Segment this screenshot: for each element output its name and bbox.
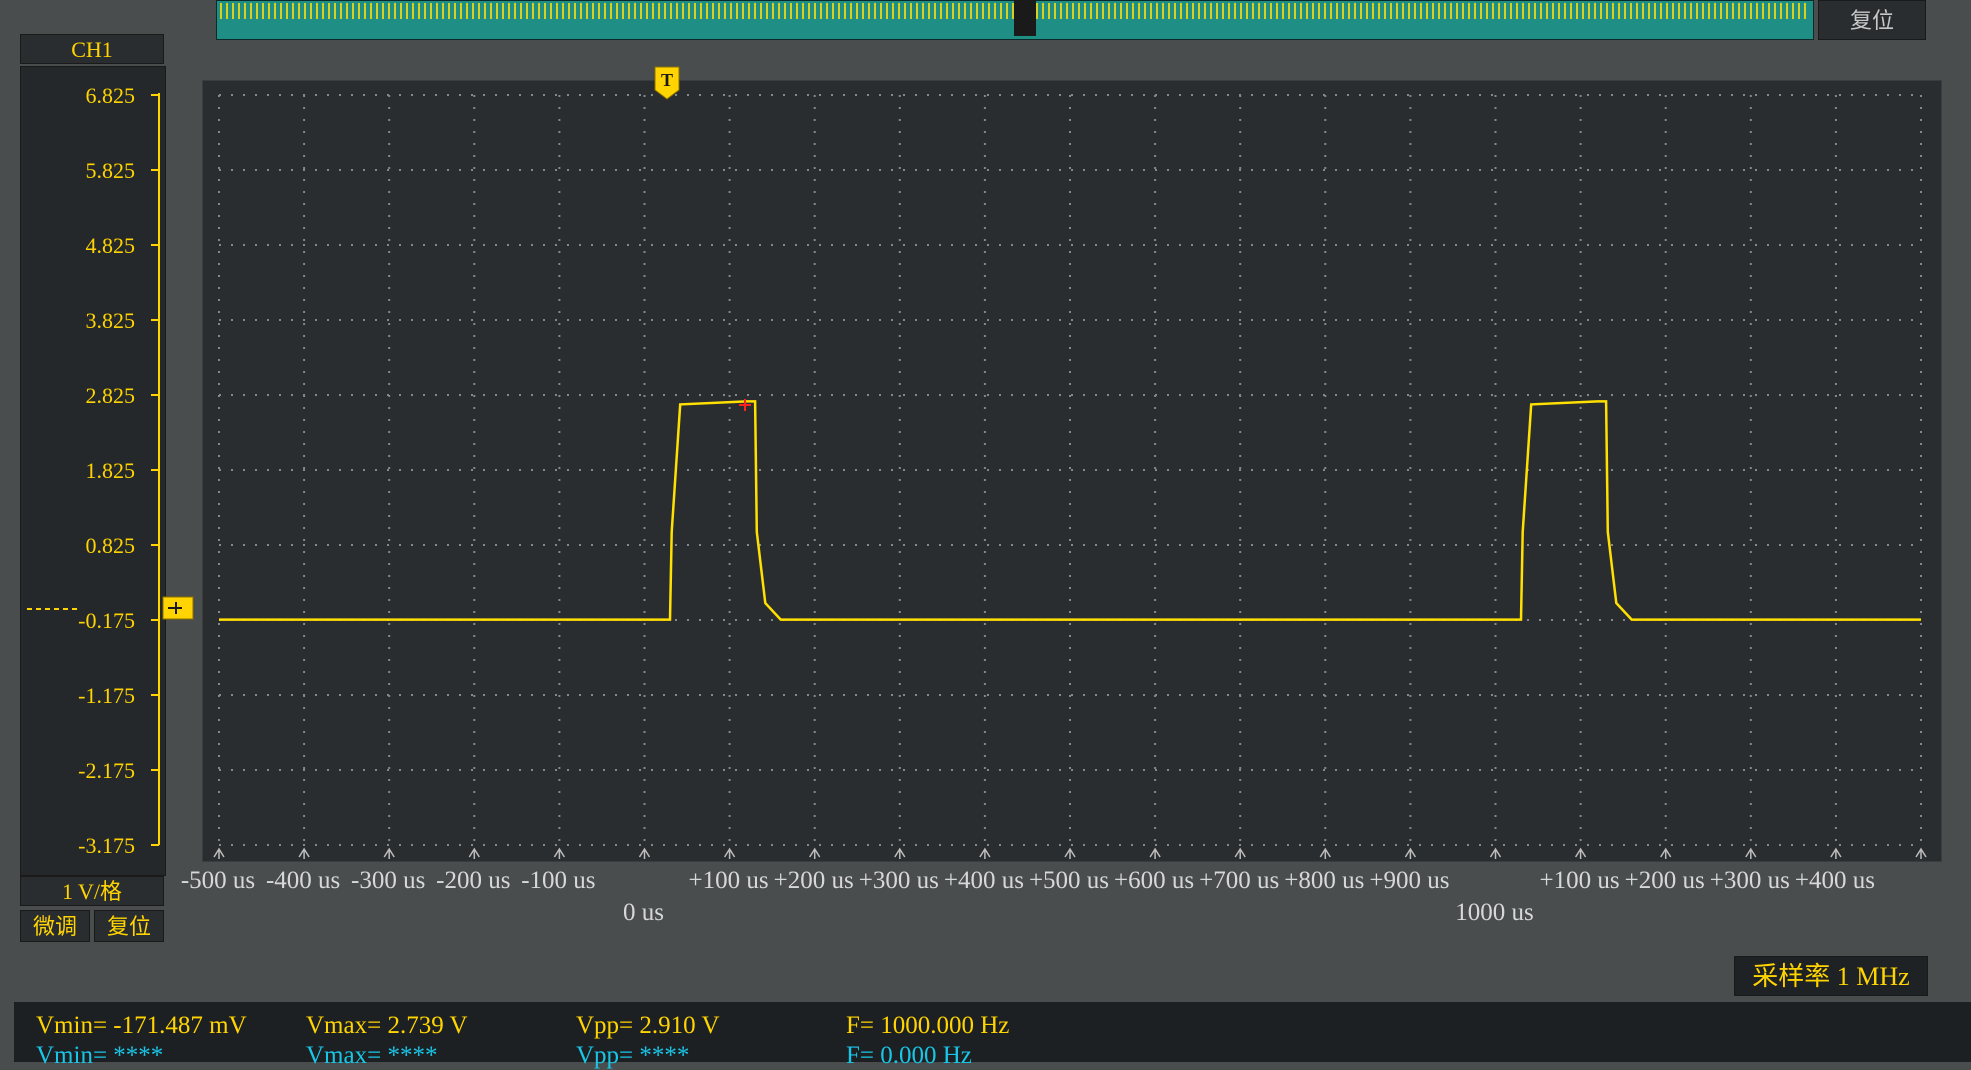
reset-view-button[interactable]: 复位 <box>1818 0 1926 40</box>
y-tick-label: 3.825 <box>86 308 136 333</box>
y-tick-label: 0.825 <box>86 533 136 558</box>
y-tick-label: -0.175 <box>78 608 135 633</box>
x-marker-label: 0 us <box>623 899 664 926</box>
time-tick-arrow <box>638 847 651 859</box>
y-tick-label: 1.825 <box>86 458 136 483</box>
grid <box>218 94 1922 846</box>
x-tick-label: +400 us <box>1795 867 1875 894</box>
x-tick-label: +500 us <box>1029 867 1109 894</box>
time-tick-arrow <box>894 847 906 859</box>
time-tick-arrow <box>1319 847 1331 859</box>
time-tick-arrow <box>383 847 395 859</box>
time-tick-arrow <box>809 847 821 859</box>
x-tick-label: +600 us <box>1114 867 1194 894</box>
time-axis-labels: -500 us -400 us -300 us -200 us -100 us +100 … <box>181 867 1875 926</box>
y-tick-label: -1.175 <box>78 683 135 708</box>
vmax-readout-2: Vmax= **** <box>306 1042 438 1069</box>
x-tick-label: -200 us <box>436 867 510 894</box>
time-tick-arrow <box>1234 847 1246 859</box>
x-tick-label: +100 us <box>689 867 769 894</box>
vpp-readout-2: Vpp= **** <box>576 1042 690 1069</box>
y-tick-label: -3.175 <box>78 833 135 858</box>
x-tick-label: +200 us <box>1625 867 1705 894</box>
x-tick-label: +300 us <box>1710 867 1790 894</box>
time-tick-arrow <box>723 847 736 859</box>
trigger-marker-label: T <box>661 70 673 90</box>
time-tick-arrow <box>979 847 991 859</box>
y-tick-label: -2.175 <box>78 758 135 783</box>
time-tick-arrow <box>468 847 480 859</box>
y-tick-label: 4.825 <box>86 233 136 258</box>
x-tick-label: +900 us <box>1369 867 1449 894</box>
x-tick-label: -500 us <box>181 867 255 894</box>
ch1-trace <box>219 400 1921 621</box>
x-tick-label: +400 us <box>944 867 1024 894</box>
x-marker-label: 1000 us <box>1455 899 1533 926</box>
channel-offset-marker[interactable] <box>162 596 194 620</box>
x-tick-label: +200 us <box>774 867 854 894</box>
x-tick-label: -100 us <box>521 867 595 894</box>
waveform-plot[interactable] <box>202 80 1942 862</box>
time-tick-arrow <box>1149 847 1161 859</box>
y-tick-label: 5.825 <box>86 158 136 183</box>
time-tick-arrow <box>553 847 566 859</box>
vmin-readout: Vmin= -171.487 mV <box>36 1012 247 1039</box>
time-tick-arrow <box>1489 847 1502 859</box>
time-tick-arrow <box>1660 847 1672 859</box>
time-tick-arrow <box>1064 847 1076 859</box>
plot-svg <box>213 94 1927 859</box>
time-tick-arrow <box>1745 847 1757 859</box>
time-tick-arrow <box>1404 847 1417 859</box>
vertical-scale-svg: 6.825 5.825 4.825 3.825 2.825 1.825 0.825 -0.17… <box>27 83 160 858</box>
y-tick-label: 6.825 <box>86 83 136 108</box>
vmax-readout: Vmax= 2.739 V <box>306 1012 468 1039</box>
x-tick-label: -400 us <box>266 867 340 894</box>
channel-label[interactable]: CH1 <box>20 34 164 64</box>
vmin-readout-2: Vmin= **** <box>36 1042 164 1069</box>
time-tick-arrow <box>298 847 310 859</box>
x-tick-label: -300 us <box>351 867 425 894</box>
frequency-readout-2: F= 0.000 Hz <box>846 1042 972 1069</box>
time-tick-arrow <box>1915 847 1927 859</box>
x-tick-label: +800 us <box>1284 867 1364 894</box>
time-tick-arrow <box>1574 847 1587 859</box>
trigger-position-marker[interactable]: T <box>654 66 680 100</box>
y-tick-label: 2.825 <box>86 383 136 408</box>
time-tick-arrow <box>213 847 225 859</box>
frequency-readout: F= 1000.000 Hz <box>846 1012 1010 1039</box>
x-tick-label: +100 us <box>1540 867 1620 894</box>
vpp-readout: Vpp= 2.910 V <box>576 1012 720 1039</box>
x-tick-label: +300 us <box>859 867 939 894</box>
vertical-scale: 6.825 5.825 4.825 3.825 2.825 1.825 0.825 -0.17… <box>20 66 166 876</box>
x-tick-label: +700 us <box>1199 867 1279 894</box>
time-tick-arrow <box>1830 847 1842 859</box>
overview-window-marker[interactable] <box>1014 0 1036 36</box>
sample-rate-display: 采样率 1 MHz <box>1734 956 1928 996</box>
